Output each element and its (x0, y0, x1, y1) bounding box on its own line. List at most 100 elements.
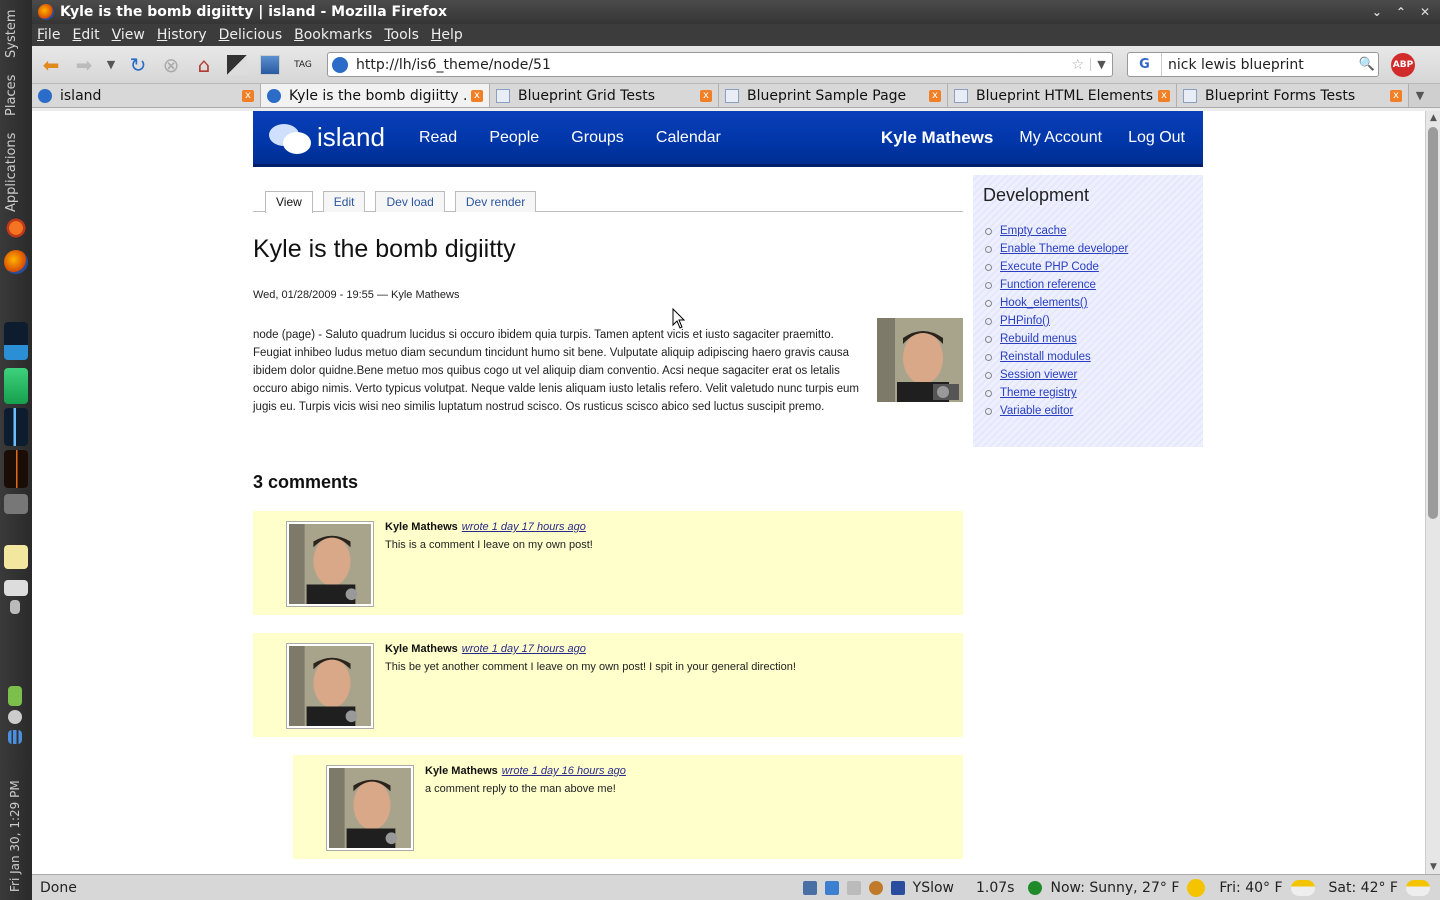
url-bar[interactable]: http://lh/is6_theme/node/51 ☆ ▼ (327, 52, 1113, 77)
comment-permalink[interactable]: wrote 1 day 17 hours ago (462, 521, 586, 533)
tab-blueprint-sample[interactable]: Blueprint Sample Page x (719, 84, 948, 107)
comment-author[interactable]: Kyle Mathews (425, 765, 498, 777)
url-text[interactable]: http://lh/is6_theme/node/51 (356, 57, 1071, 73)
maximize-icon[interactable]: ⌃ (1396, 5, 1406, 19)
tab-edit[interactable]: Edit (322, 191, 366, 212)
weather-now[interactable]: Now: Sunny, 27° F (1050, 880, 1179, 896)
link-empty-cache[interactable]: Empty cache (1000, 225, 1066, 237)
tab-close-icon[interactable]: x (700, 89, 712, 102)
menu-tools[interactable]: Tools (384, 27, 419, 43)
vertical-scrollbar[interactable]: ▲ ▼ (1425, 111, 1440, 874)
link-session-viewer[interactable]: Session viewer (1000, 369, 1077, 381)
minimize-icon[interactable]: ⌄ (1372, 5, 1382, 19)
tab-island[interactable]: island x (32, 84, 261, 107)
menu-history[interactable]: History (157, 27, 207, 43)
menu-bookmarks[interactable]: Bookmarks (294, 27, 372, 43)
monitor-icon[interactable] (802, 880, 817, 895)
menu-file[interactable]: File (37, 27, 60, 43)
nav-groups[interactable]: Groups (571, 129, 623, 146)
menu-edit[interactable]: Edit (72, 27, 99, 43)
firefox-launcher-icon[interactable] (4, 250, 28, 274)
tab-dev-render[interactable]: Dev render (454, 191, 537, 212)
scrollbar-thumb[interactable] (1428, 127, 1438, 519)
tab-close-icon[interactable]: x (929, 89, 941, 102)
tab-blueprint-html[interactable]: Blueprint HTML Elements... x (948, 84, 1177, 107)
comment-author[interactable]: Kyle Mathews (385, 521, 458, 533)
nav-calendar[interactable]: Calendar (656, 129, 721, 146)
tab-blueprint-grid[interactable]: Blueprint Grid Tests x (490, 84, 719, 107)
firebug-icon[interactable] (868, 880, 883, 895)
weather-fri[interactable]: Fri: 40° F (1219, 880, 1282, 896)
green-status-icon[interactable] (1028, 880, 1043, 895)
scroll-down-icon[interactable]: ▼ (1426, 862, 1440, 872)
tab-blueprint-forms[interactable]: Blueprint Forms Tests x (1177, 84, 1409, 107)
delicious-icon[interactable] (222, 50, 252, 80)
avatar[interactable] (286, 643, 374, 729)
link-variable-editor[interactable]: Variable editor (1000, 405, 1073, 417)
snowflake-icon[interactable] (824, 880, 839, 895)
tab-list-dropdown-icon[interactable]: ▼ (1409, 84, 1431, 107)
link-reinstall-modules[interactable]: Reinstall modules (1000, 351, 1091, 363)
comment-permalink[interactable]: wrote 1 day 17 hours ago (462, 643, 586, 655)
link-function-reference[interactable]: Function reference (1000, 279, 1096, 291)
tag-icon[interactable]: TAG (288, 50, 318, 80)
bookmark-sidebar-icon[interactable] (255, 50, 285, 80)
menu-view[interactable]: View (112, 27, 145, 43)
url-dropdown-icon[interactable]: ▼ (1090, 58, 1112, 71)
history-dropdown-icon[interactable]: ▼ (102, 50, 120, 80)
link-theme-developer[interactable]: Enable Theme developer (1000, 243, 1128, 255)
link-execute-php[interactable]: Execute PHP Code (1000, 261, 1099, 273)
weather-sat[interactable]: Sat: 42° F (1329, 880, 1398, 896)
network-applet-icon[interactable] (4, 580, 28, 596)
tab-close-icon[interactable]: x (471, 89, 483, 102)
tab-close-icon[interactable]: x (1390, 89, 1402, 102)
wifi-signal-icon[interactable] (8, 730, 22, 744)
reload-button[interactable]: ↻ (123, 50, 153, 80)
stop-button[interactable]: ⊗ (156, 50, 186, 80)
notes-icon[interactable] (4, 545, 28, 569)
menu-help[interactable]: Help (431, 27, 463, 43)
tab-close-icon[interactable]: x (242, 89, 254, 102)
yslow-icon[interactable] (890, 880, 905, 895)
mail-icon[interactable] (846, 880, 861, 895)
scroll-up-icon[interactable]: ▲ (1426, 113, 1440, 123)
comment-permalink[interactable]: wrote 1 day 16 hours ago (502, 765, 626, 777)
site-logo[interactable]: island (269, 122, 385, 154)
link-hook-elements[interactable]: Hook_elements() (1000, 297, 1088, 309)
tab-view[interactable]: View (265, 191, 313, 213)
bluetooth-icon[interactable] (8, 710, 22, 724)
back-button[interactable]: ⬅ (36, 50, 66, 80)
home-button[interactable]: ⌂ (189, 50, 219, 80)
places-menu[interactable]: Places (4, 75, 19, 116)
yslow-label[interactable]: YSlow (913, 880, 954, 896)
log-out-link[interactable]: Log Out (1128, 129, 1185, 147)
forward-button[interactable]: ➡ (69, 50, 99, 80)
volume-icon[interactable] (10, 600, 20, 614)
link-theme-registry[interactable]: Theme registry (1000, 387, 1077, 399)
user-name-link[interactable]: Kyle Mathews (881, 128, 993, 148)
search-icon[interactable]: 🔍 (1356, 57, 1378, 72)
screensaver-icon[interactable] (4, 494, 28, 514)
link-rebuild-menus[interactable]: Rebuild menus (1000, 333, 1077, 345)
adblock-icon[interactable]: ABP (1391, 52, 1415, 77)
panel-clock[interactable]: Fri Jan 30, 1:29 PM (8, 780, 22, 892)
my-account-link[interactable]: My Account (1019, 129, 1102, 147)
applications-menu[interactable]: Applications (4, 133, 19, 212)
system-menu[interactable]: System (4, 10, 19, 58)
search-engine-icon[interactable]: G (1128, 53, 1162, 76)
avatar[interactable] (326, 765, 414, 851)
close-icon[interactable]: ✕ (1420, 5, 1430, 19)
tab-current-node[interactable]: Kyle is the bomb digiitty ... x (261, 84, 490, 107)
link-phpinfo[interactable]: PHPinfo() (1000, 315, 1050, 327)
tab-close-icon[interactable]: x (1158, 89, 1170, 102)
bookmark-star-icon[interactable]: ☆ (1071, 57, 1084, 73)
nav-read[interactable]: Read (419, 129, 457, 146)
menu-delicious[interactable]: Delicious (219, 27, 283, 43)
avatar[interactable] (286, 521, 374, 607)
ubuntu-icon[interactable] (4, 216, 28, 240)
comment-author[interactable]: Kyle Mathews (385, 643, 458, 655)
search-bar[interactable]: G nick lewis blueprint 🔍 (1127, 52, 1379, 77)
search-input[interactable]: nick lewis blueprint (1162, 57, 1356, 73)
tab-dev-load[interactable]: Dev load (375, 191, 445, 212)
nav-people[interactable]: People (489, 129, 539, 146)
